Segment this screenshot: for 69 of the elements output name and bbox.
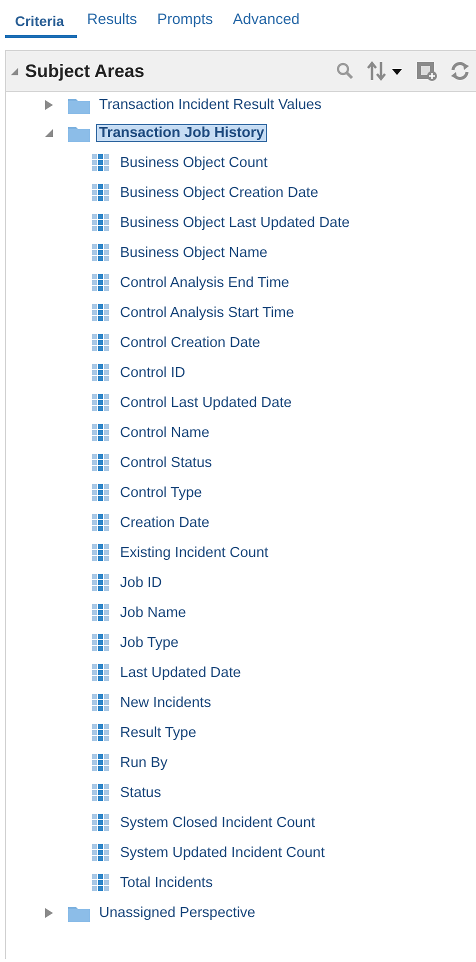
folder-label[interactable]: Transaction Incident Result Values bbox=[96, 96, 324, 114]
column-label[interactable]: Control Name bbox=[120, 425, 210, 441]
column-label[interactable]: Control Analysis End Time bbox=[120, 275, 290, 291]
column-icon bbox=[92, 664, 110, 682]
search-icon[interactable] bbox=[336, 62, 354, 80]
column-label[interactable]: Job ID bbox=[120, 575, 162, 591]
column-label[interactable]: Job Type bbox=[120, 635, 179, 651]
column-icon bbox=[92, 784, 110, 802]
column-label[interactable]: Result Type bbox=[120, 725, 196, 741]
folder-label[interactable]: Unassigned Perspective bbox=[96, 904, 258, 922]
add-view-icon[interactable] bbox=[416, 61, 438, 81]
column-label[interactable]: Business Object Last Updated Date bbox=[120, 215, 350, 231]
column-icon bbox=[92, 874, 110, 892]
column-label[interactable]: Control Last Updated Date bbox=[120, 395, 292, 411]
column-icon bbox=[92, 574, 110, 592]
tab[interactable]: Criteria bbox=[5, 13, 78, 38]
column-icon bbox=[92, 274, 110, 292]
column-icon bbox=[92, 364, 110, 382]
folder-label[interactable]: Transaction Job History bbox=[96, 124, 268, 142]
tab[interactable]: Advanced bbox=[222, 11, 310, 38]
column-label[interactable]: Existing Incident Count bbox=[120, 545, 268, 561]
column-label[interactable]: Business Object Count bbox=[120, 155, 268, 171]
column-icon bbox=[92, 514, 110, 532]
folder-icon bbox=[68, 904, 90, 922]
sort-icon[interactable] bbox=[366, 61, 404, 81]
column-icon bbox=[92, 844, 110, 862]
column-icon bbox=[92, 154, 110, 172]
column-icon bbox=[92, 694, 110, 712]
column-icon bbox=[92, 424, 110, 442]
column-label[interactable]: Control Type bbox=[120, 485, 202, 501]
column-icon bbox=[92, 604, 110, 622]
column-icon bbox=[92, 304, 110, 322]
column-label[interactable]: New Incidents bbox=[120, 695, 212, 711]
expand-triangle-icon[interactable] bbox=[44, 100, 54, 110]
folder-icon bbox=[68, 96, 90, 114]
column-icon bbox=[92, 334, 110, 352]
column-icon bbox=[92, 184, 110, 202]
column-icon bbox=[92, 814, 110, 832]
column-icon bbox=[92, 394, 110, 412]
column-icon bbox=[92, 634, 110, 652]
column-label[interactable]: Control Analysis Start Time bbox=[120, 305, 294, 321]
column-icon bbox=[92, 484, 110, 502]
column-label[interactable]: Business Object Name bbox=[120, 245, 268, 261]
column-icon bbox=[92, 544, 110, 562]
column-label[interactable]: Control Creation Date bbox=[120, 335, 260, 351]
tab[interactable]: Prompts bbox=[147, 11, 223, 38]
column-label[interactable]: Creation Date bbox=[120, 515, 210, 531]
column-label[interactable]: Last Updated Date bbox=[120, 665, 241, 681]
column-label[interactable]: Total Incidents bbox=[120, 875, 213, 891]
column-icon bbox=[92, 454, 110, 472]
column-icon bbox=[92, 724, 110, 742]
tab[interactable]: Results bbox=[77, 11, 148, 38]
column-label[interactable]: Job Name bbox=[120, 605, 186, 621]
column-label[interactable]: Control Status bbox=[120, 455, 212, 471]
expand-triangle-icon[interactable] bbox=[44, 908, 54, 918]
column-icon bbox=[92, 214, 110, 232]
column-label[interactable]: Control ID bbox=[120, 365, 186, 381]
folder-icon bbox=[68, 124, 90, 142]
column-label[interactable]: Status bbox=[120, 785, 162, 801]
collapse-triangle-icon[interactable] bbox=[44, 128, 54, 138]
column-icon bbox=[92, 754, 110, 772]
refresh-icon[interactable] bbox=[450, 61, 470, 81]
column-label[interactable]: System Closed Incident Count bbox=[120, 815, 316, 831]
column-label[interactable]: System Updated Incident Count bbox=[120, 845, 325, 861]
collapse-triangle-icon[interactable] bbox=[10, 66, 19, 76]
column-icon bbox=[92, 244, 110, 262]
column-label[interactable]: Business Object Creation Date bbox=[120, 185, 318, 201]
panel-title: Subject Areas bbox=[25, 60, 146, 82]
column-label[interactable]: Run By bbox=[120, 755, 168, 771]
